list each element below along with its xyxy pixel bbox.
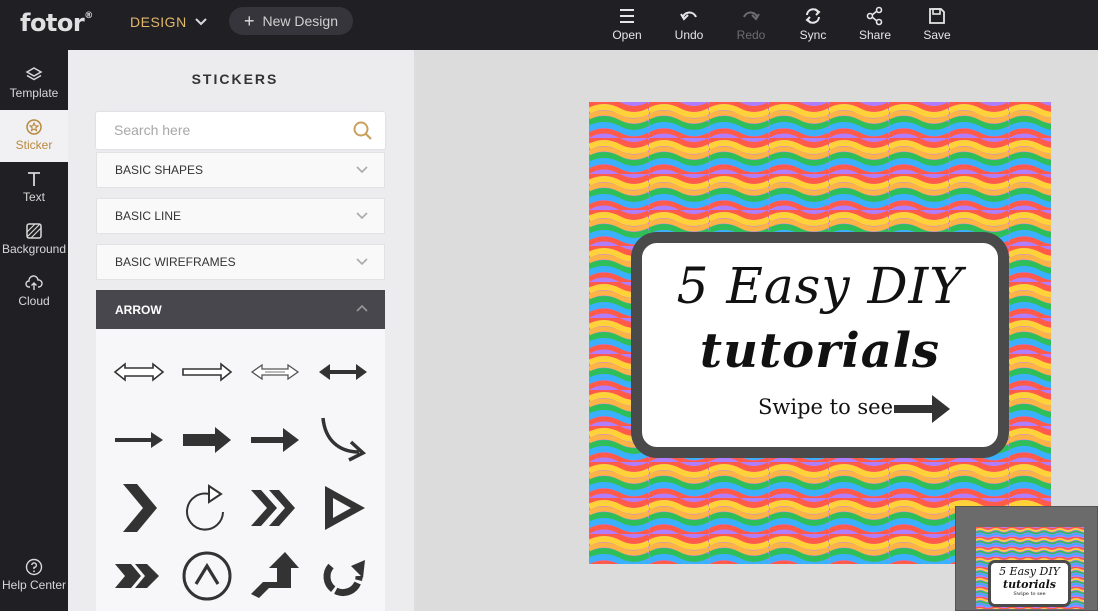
headline-line-1[interactable]: 5 Easy DIY (642, 257, 998, 315)
new-design-label: New Design (262, 13, 338, 29)
nav-template[interactable]: Template (0, 58, 68, 110)
chevron-down-icon (356, 166, 368, 174)
section-basic-line[interactable]: BASIC LINE (96, 198, 385, 234)
title-card[interactable]: 5 Easy DIY tutorials Swipe to see (631, 232, 1009, 458)
nav-cloud[interactable]: Cloud (0, 266, 68, 318)
up-turn-arrow-icon[interactable] (247, 548, 303, 604)
section-arrow[interactable]: ARROW (96, 290, 385, 329)
cloud-upload-icon (25, 275, 43, 290)
menu-icon (620, 9, 634, 23)
share-button[interactable]: Share (850, 6, 900, 42)
nav-help-center[interactable]: Help Center (0, 550, 68, 602)
redo-icon (743, 11, 760, 21)
layers-icon (25, 67, 43, 81)
fotor-logo[interactable]: fotor® (20, 9, 93, 37)
double-chevron-filled-icon[interactable] (111, 548, 167, 604)
navigator-minimap[interactable]: 5 Easy DIY tutorials Swipe to see (955, 506, 1098, 611)
chevron-down-icon (356, 258, 368, 266)
circular-arrow-icon[interactable] (179, 480, 235, 536)
background-icon (26, 223, 42, 239)
swipe-caption[interactable]: Swipe to see (758, 395, 893, 419)
minimap-title-card: 5 Easy DIY tutorials Swipe to see (988, 560, 1071, 607)
search-icon[interactable] (352, 120, 373, 141)
search-input[interactable] (114, 122, 334, 138)
text-icon (28, 172, 40, 186)
nav-background[interactable]: Background (0, 214, 68, 266)
thin-double-outline-arrow-icon[interactable] (247, 344, 303, 400)
chevron-down-icon (356, 212, 368, 220)
plus-icon: + (244, 11, 255, 31)
design-canvas[interactable]: 5 Easy DIY tutorials Swipe to see (589, 102, 1051, 564)
redo-button[interactable]: Redo (726, 6, 776, 42)
nav-sticker[interactable]: Sticker (0, 110, 68, 162)
refresh-arrow-icon[interactable] (315, 548, 371, 604)
curved-down-arrow-icon[interactable] (315, 412, 371, 468)
undo-icon (680, 11, 697, 21)
thick-right-arrow-icon[interactable] (179, 412, 235, 468)
panel-title: STICKERS (191, 71, 279, 87)
swipe-arrow-icon[interactable] (894, 393, 952, 425)
left-nav: Template Sticker Text Background Cloud H… (0, 50, 68, 611)
double-chevron-icon[interactable] (247, 480, 303, 536)
headline-line-2[interactable]: tutorials (642, 323, 998, 379)
top-bar: fotor® DESIGN + New Design Open Undo Red… (0, 0, 1098, 50)
share-icon (866, 6, 883, 26)
minimap-canvas-preview: 5 Easy DIY tutorials Swipe to see (976, 527, 1084, 609)
chevron-up-icon (356, 304, 368, 312)
outline-right-arrow-icon[interactable] (179, 344, 235, 400)
play-arrow-icon[interactable] (315, 480, 371, 536)
open-button[interactable]: Open (602, 6, 652, 42)
undo-button[interactable]: Undo (664, 6, 714, 42)
thin-right-arrow-icon[interactable] (111, 412, 167, 468)
design-menu[interactable]: DESIGN (130, 14, 207, 30)
chevron-right-icon[interactable] (111, 480, 167, 536)
double-outline-arrow-icon[interactable] (111, 344, 167, 400)
circle-up-chevron-icon[interactable] (179, 548, 235, 604)
design-menu-label: DESIGN (130, 14, 187, 30)
search-box (96, 112, 385, 149)
section-basic-shapes[interactable]: BASIC SHAPES (96, 152, 385, 188)
arrow-sticker-grid (96, 329, 385, 611)
solid-double-arrow-icon[interactable] (315, 344, 371, 400)
sync-button[interactable]: Sync (788, 6, 838, 42)
save-button[interactable]: Save (912, 6, 962, 42)
stickers-panel: STICKERS BASIC SHAPES BASIC LINE BASIC W… (68, 50, 414, 611)
nav-text[interactable]: Text (0, 162, 68, 214)
sticker-icon (26, 119, 42, 135)
chevron-down-icon (194, 18, 207, 26)
panel-scrollbar[interactable] (402, 50, 414, 611)
help-icon (25, 558, 43, 576)
save-icon (929, 8, 945, 24)
sync-icon (805, 8, 821, 24)
bold-right-arrow-icon[interactable] (247, 412, 303, 468)
section-basic-wireframes[interactable]: BASIC WIREFRAMES (96, 244, 385, 280)
new-design-button[interactable]: + New Design (229, 7, 353, 35)
